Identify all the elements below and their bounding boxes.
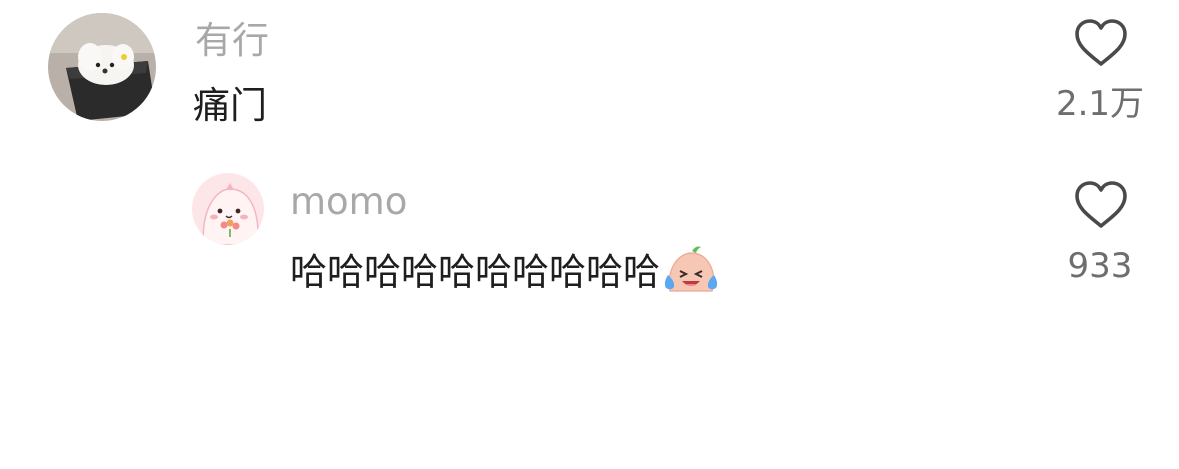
comment-username[interactable]: momo <box>290 183 407 220</box>
comment-list: 有行 痛门 2.1万 momo 哈哈哈哈哈哈哈哈哈哈 933 <box>0 0 1179 469</box>
avatar[interactable] <box>192 173 264 245</box>
dog-photo-avatar <box>48 13 156 121</box>
avatar[interactable] <box>48 13 156 121</box>
heart-icon[interactable] <box>1073 18 1129 68</box>
comment-text: 痛门 <box>193 84 267 127</box>
pink-cartoon-avatar <box>192 173 264 245</box>
laughing-tears-emoji <box>664 246 718 292</box>
comment-username[interactable]: 有行 <box>195 22 269 59</box>
comment-text: 哈哈哈哈哈哈哈哈哈哈 <box>290 246 720 299</box>
comment-text-body: 哈哈哈哈哈哈哈哈哈哈 <box>290 250 660 294</box>
like-count: 933 <box>1067 246 1133 286</box>
like-count: 2.1万 <box>1055 84 1145 124</box>
heart-icon[interactable] <box>1073 180 1129 230</box>
